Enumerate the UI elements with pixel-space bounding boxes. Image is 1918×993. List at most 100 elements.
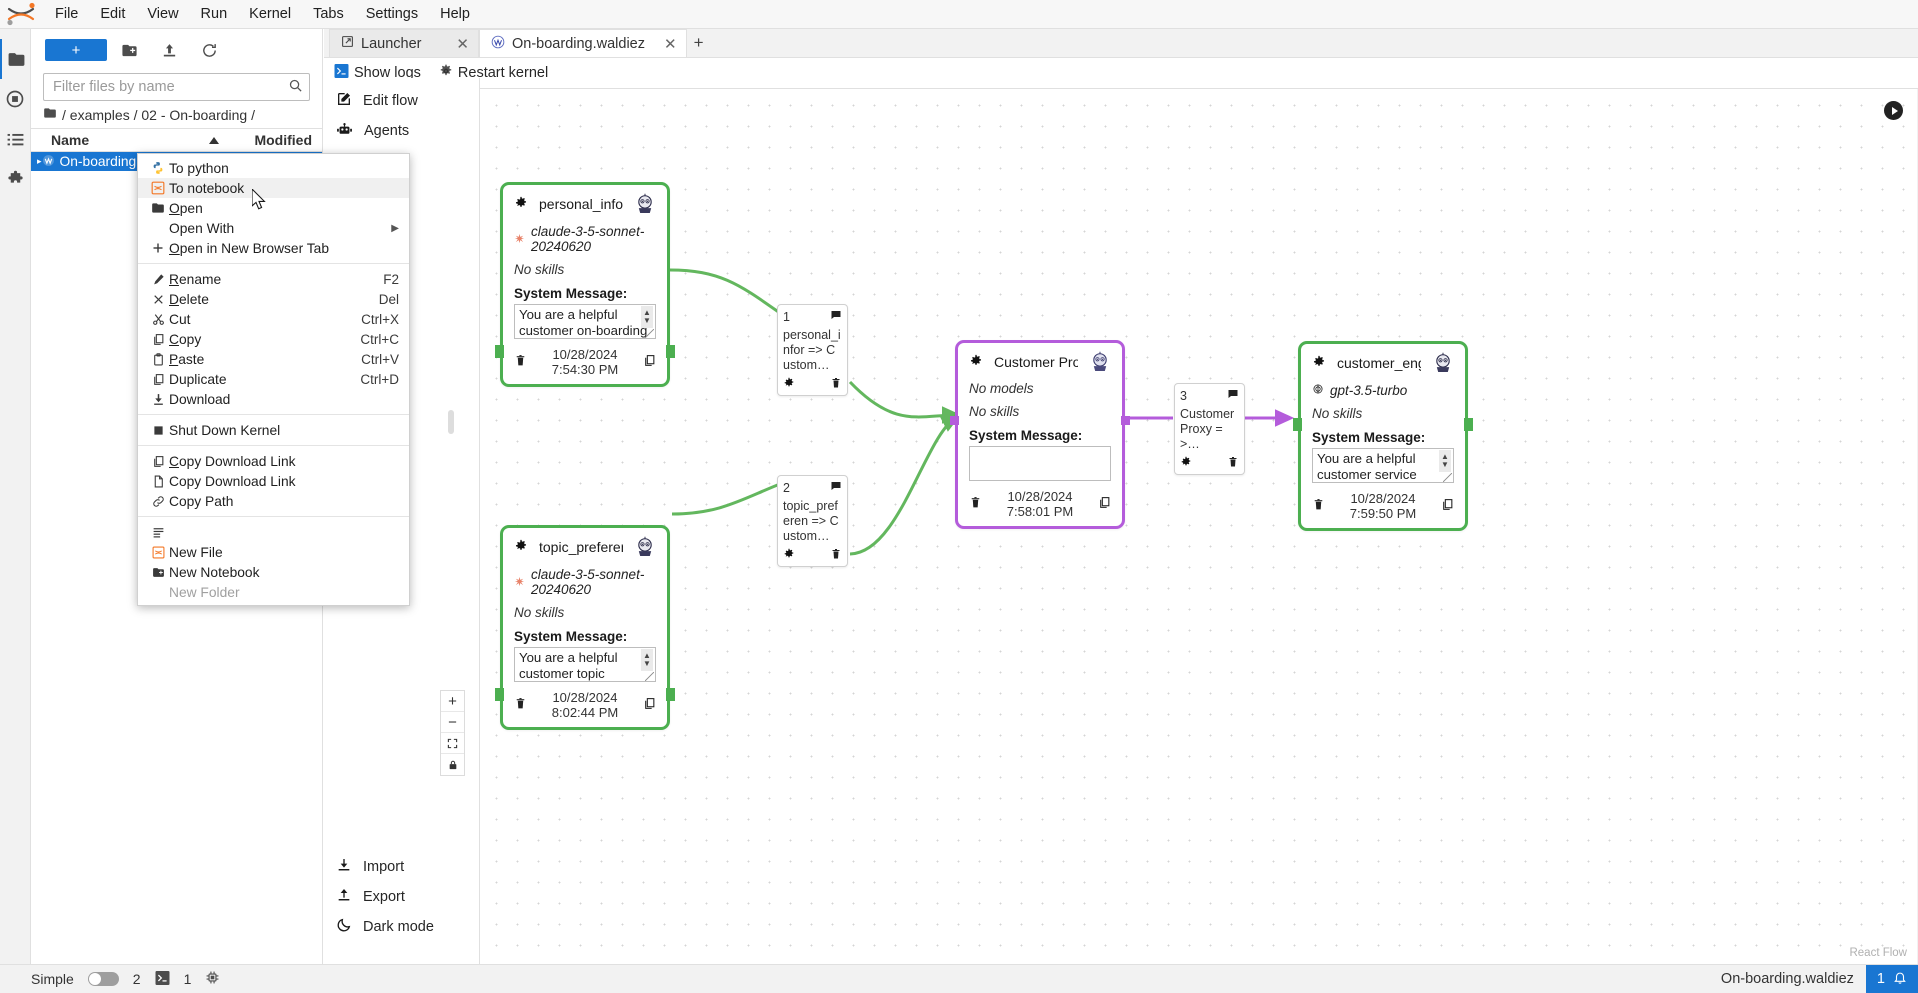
resize-grip-icon[interactable] <box>645 672 654 681</box>
flow-panel-dark-mode[interactable]: Dark mode <box>324 912 479 942</box>
context-menu-item-open[interactable]: Open <box>138 198 409 218</box>
menu-file[interactable]: File <box>44 2 89 26</box>
refresh-icon[interactable] <box>191 37 227 63</box>
gear-icon[interactable] <box>969 354 983 371</box>
spinner-arrows-icon[interactable]: ▲▼ <box>641 649 653 671</box>
flow-canvas[interactable]: personal_infor… claude-3-5-sonnet-202406… <box>480 89 1917 964</box>
node-system-message-input[interactable]: You are a helpful customer on-boarding a… <box>514 304 656 339</box>
agent-node-customer-engagement[interactable]: customer_eng… gpt-3.5-turbo No skills Sy… <box>1298 341 1468 531</box>
filter-files-input-wrapper[interactable] <box>43 73 310 101</box>
node-handle-right[interactable] <box>1121 416 1130 425</box>
gear-icon[interactable] <box>1180 456 1192 471</box>
flow-panel-agents[interactable]: Agents <box>324 116 479 146</box>
context-menu-item-copy[interactable]: Copy Ctrl+C <box>138 329 409 349</box>
edge-label-2[interactable]: 2 topic_preferen => Custom… <box>777 475 848 567</box>
trash-icon[interactable] <box>830 548 842 563</box>
upload-icon[interactable] <box>151 37 187 63</box>
lock-icon[interactable] <box>441 754 464 775</box>
panel-resize-handle[interactable] <box>448 410 454 434</box>
menu-kernel[interactable]: Kernel <box>238 2 302 26</box>
context-menu-item-cut[interactable]: Cut Ctrl+X <box>138 309 409 329</box>
menu-edit[interactable]: Edit <box>89 2 136 26</box>
flow-panel-export[interactable]: Export <box>324 882 479 912</box>
node-handle-left[interactable] <box>1293 418 1302 431</box>
run-flow-button[interactable] <box>1884 101 1903 120</box>
agent-node-topic-preference[interactable]: topic_preferen… claude-3-5-sonnet-202406… <box>500 525 670 730</box>
node-system-message-input[interactable]: You are a helpful customer service agent… <box>1312 448 1454 483</box>
column-header-modified[interactable]: Modified <box>226 132 322 148</box>
resize-grip-icon[interactable] <box>645 329 654 338</box>
spinner-arrows-icon[interactable]: ▲▼ <box>641 306 653 328</box>
context-menu-item-delete[interactable]: Delete Del <box>138 289 409 309</box>
context-menu-item-new-folder[interactable]: New Notebook <box>138 562 409 582</box>
trash-icon[interactable] <box>1312 498 1325 514</box>
simple-mode-toggle[interactable] <box>88 972 119 986</box>
close-icon[interactable]: ✕ <box>444 35 469 53</box>
gear-icon[interactable] <box>783 548 795 563</box>
close-icon[interactable]: ✕ <box>652 35 677 53</box>
resize-grip-icon[interactable] <box>1443 473 1452 482</box>
column-header-name[interactable]: Name <box>31 132 202 148</box>
sidebar-item-running[interactable] <box>0 79 31 119</box>
new-tab-button[interactable]: + <box>687 29 711 57</box>
gear-icon[interactable] <box>514 539 528 556</box>
node-handle-right[interactable] <box>666 345 675 358</box>
sidebar-item-extensions[interactable] <box>0 159 31 199</box>
menu-settings[interactable]: Settings <box>355 2 429 26</box>
new-folder-icon[interactable] <box>111 37 147 63</box>
node-handle-right[interactable] <box>1464 418 1473 431</box>
agent-node-customer-proxy[interactable]: Customer Proxy No models No skills Syste… <box>955 340 1125 529</box>
context-menu-item-new-notebook[interactable]: New File <box>138 542 409 562</box>
context-menu-item-to-notebook[interactable]: To notebook <box>138 178 409 198</box>
node-handle-left[interactable] <box>950 416 959 425</box>
trash-icon[interactable] <box>514 697 527 713</box>
node-handle-right[interactable] <box>666 688 675 701</box>
gear-icon[interactable] <box>783 377 795 392</box>
tab-on-boarding-waldiez[interactable]: On-boarding.waldiez ✕ <box>479 29 687 57</box>
tab-launcher[interactable]: Launcher ✕ <box>329 29 479 57</box>
node-handle-left[interactable] <box>495 688 504 701</box>
menu-view[interactable]: View <box>136 2 189 26</box>
context-menu-item-open-with[interactable]: Open With ▶ <box>138 218 409 238</box>
trash-icon[interactable] <box>514 354 527 370</box>
context-menu-item-rename[interactable]: Rename F2 <box>138 269 409 289</box>
context-menu-item-copy-shareable-link[interactable]: Copy Path <box>138 491 409 511</box>
node-system-message-input[interactable]: You are a helpful customer topic prefere… <box>514 647 656 682</box>
fit-view-button[interactable] <box>441 733 464 754</box>
trash-icon[interactable] <box>969 496 982 512</box>
flow-panel-import[interactable]: Import <box>324 852 479 882</box>
new-launcher-button[interactable]: + <box>45 39 107 61</box>
trash-icon[interactable] <box>1227 456 1239 471</box>
copy-icon[interactable] <box>643 354 656 370</box>
menu-help[interactable]: Help <box>429 2 481 26</box>
gear-icon[interactable] <box>514 196 528 213</box>
context-menu-item-to-python[interactable]: To python <box>138 158 409 178</box>
edge-label-1[interactable]: 1 personal_infor => Custom… <box>777 304 848 396</box>
context-menu-item-shut-down-kernel[interactable]: Shut Down Kernel <box>138 420 409 440</box>
notification-badge[interactable]: 1 <box>1866 965 1918 993</box>
context-menu-item-duplicate[interactable]: Duplicate Ctrl+D <box>138 369 409 389</box>
zoom-in-button[interactable]: + <box>441 691 464 712</box>
copy-icon[interactable] <box>1441 498 1454 514</box>
menu-run[interactable]: Run <box>190 2 239 26</box>
edge-label-3[interactable]: 3 Customer Proxy =>… <box>1174 383 1245 475</box>
message-icon[interactable] <box>830 480 842 495</box>
sidebar-item-toc[interactable] <box>0 119 31 159</box>
context-menu-item-copy-path[interactable]: Copy Download Link <box>138 471 409 491</box>
sidebar-item-file-browser[interactable] <box>0 39 31 79</box>
cpu-icon[interactable] <box>205 970 220 988</box>
breadcrumb[interactable]: / examples / 02 - On-boarding / <box>31 101 322 128</box>
filter-files-input[interactable] <box>53 79 288 95</box>
copy-icon[interactable] <box>643 697 656 713</box>
menu-tabs[interactable]: Tabs <box>302 2 355 26</box>
node-handle-left[interactable] <box>495 345 504 358</box>
context-menu-item-open-in-new-browser-tab[interactable]: Open in New Browser Tab <box>138 238 409 258</box>
copy-icon[interactable] <box>1098 496 1111 512</box>
agent-node-personal-information[interactable]: personal_infor… claude-3-5-sonnet-202406… <box>500 182 670 387</box>
terminal-icon[interactable] <box>155 971 170 988</box>
flow-panel-edit-flow[interactable]: Edit flow <box>324 86 479 116</box>
file-context-menu[interactable]: To python To notebook Open Open With ▶ O… <box>137 153 410 606</box>
trash-icon[interactable] <box>830 377 842 392</box>
context-menu-item-paste[interactable]: Paste Ctrl+V <box>138 349 409 369</box>
gear-icon[interactable] <box>1312 355 1326 372</box>
